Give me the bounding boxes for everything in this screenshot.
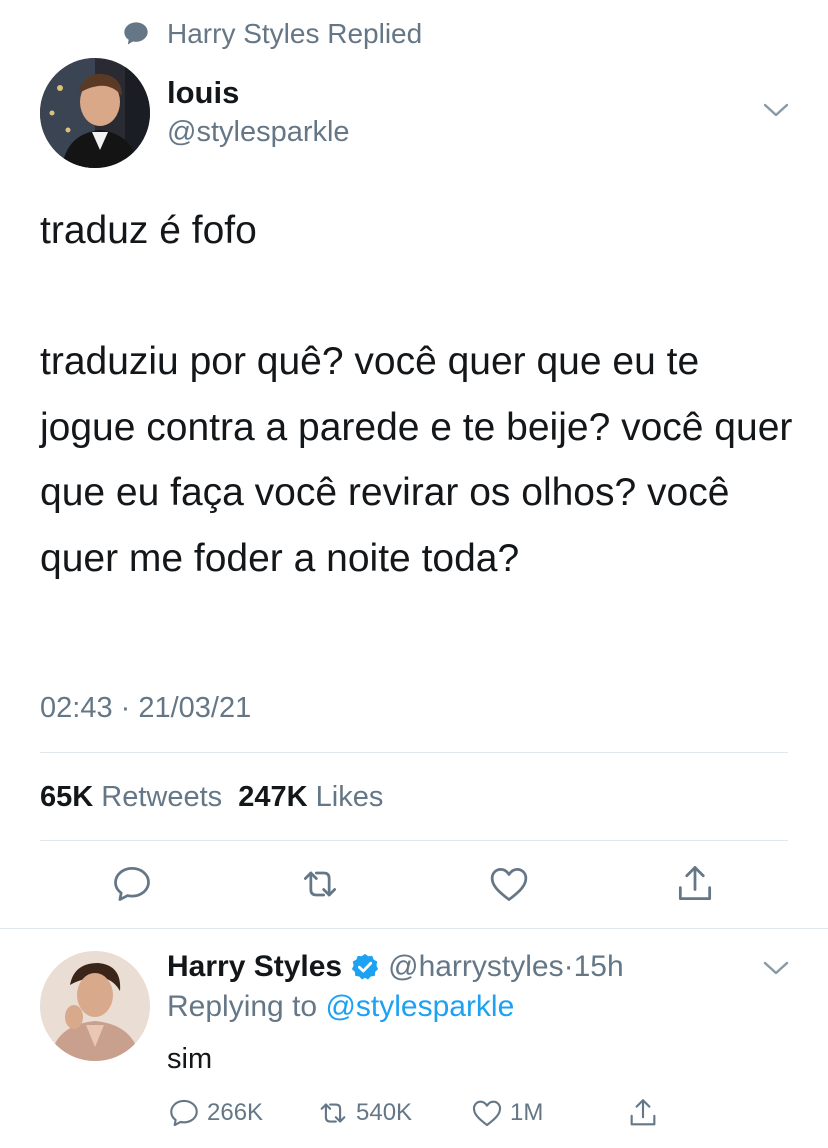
- chevron-down-icon[interactable]: [762, 100, 790, 120]
- display-name[interactable]: louis: [167, 74, 239, 112]
- tweet-timestamp[interactable]: 02:43 · 21/03/21: [40, 688, 251, 728]
- retweets-label: Retweets: [101, 781, 223, 813]
- reply-icon[interactable]: [110, 862, 154, 906]
- like-count: 1M: [510, 1099, 544, 1126]
- retweets-count: 65K: [40, 781, 94, 813]
- chevron-down-icon[interactable]: [762, 958, 790, 978]
- divider: [40, 752, 788, 753]
- engagement-stats: 65K Retweets 247K Likes: [40, 778, 383, 816]
- retweet-count: 540K: [356, 1099, 413, 1126]
- likes-count: 247K: [238, 781, 308, 813]
- tweet-text: traduz é fofo traduziu por quê? você que…: [40, 209, 793, 580]
- retweets-stat[interactable]: 65K Retweets: [40, 781, 222, 813]
- share-button[interactable]: [626, 1096, 666, 1130]
- share-icon: [630, 1099, 656, 1126]
- like-icon: [472, 1100, 502, 1127]
- tweet-time[interactable]: 15h: [574, 948, 624, 986]
- tweet-text: sim: [167, 1043, 213, 1075]
- social-context-text: Harry Styles Replied: [167, 18, 423, 49]
- likes-label: Likes: [315, 781, 384, 813]
- separator: ·: [563, 950, 574, 983]
- retweet-icon: [320, 1103, 346, 1123]
- replying-prefix: Replying to: [167, 990, 318, 1023]
- reply-icon: [170, 1099, 198, 1127]
- like-icon[interactable]: [487, 862, 531, 906]
- mention-link[interactable]: @stylesparkle: [325, 990, 514, 1023]
- like-button[interactable]: 1M: [470, 1096, 543, 1130]
- share-icon[interactable]: [673, 862, 717, 906]
- reply-header: Harry Styles @harrystyles · 15h: [167, 948, 624, 986]
- speech-bubble-icon: [124, 22, 148, 45]
- avatar[interactable]: [40, 951, 150, 1061]
- verified-badge-icon: [351, 953, 379, 980]
- user-handle[interactable]: @harrystyles: [388, 948, 564, 986]
- divider: [40, 840, 788, 841]
- retweet-icon[interactable]: [298, 862, 342, 906]
- divider: [0, 928, 828, 929]
- reply-button[interactable]: 266K: [167, 1096, 263, 1130]
- reply-count: 266K: [207, 1099, 264, 1126]
- display-name[interactable]: Harry Styles: [167, 948, 342, 986]
- retweet-button[interactable]: 540K: [316, 1096, 412, 1130]
- user-handle[interactable]: @stylesparkle: [167, 114, 350, 150]
- avatar[interactable]: [40, 58, 150, 168]
- likes-stat[interactable]: 247K Likes: [238, 781, 383, 813]
- replying-to: Replying to @stylesparkle: [167, 988, 514, 1026]
